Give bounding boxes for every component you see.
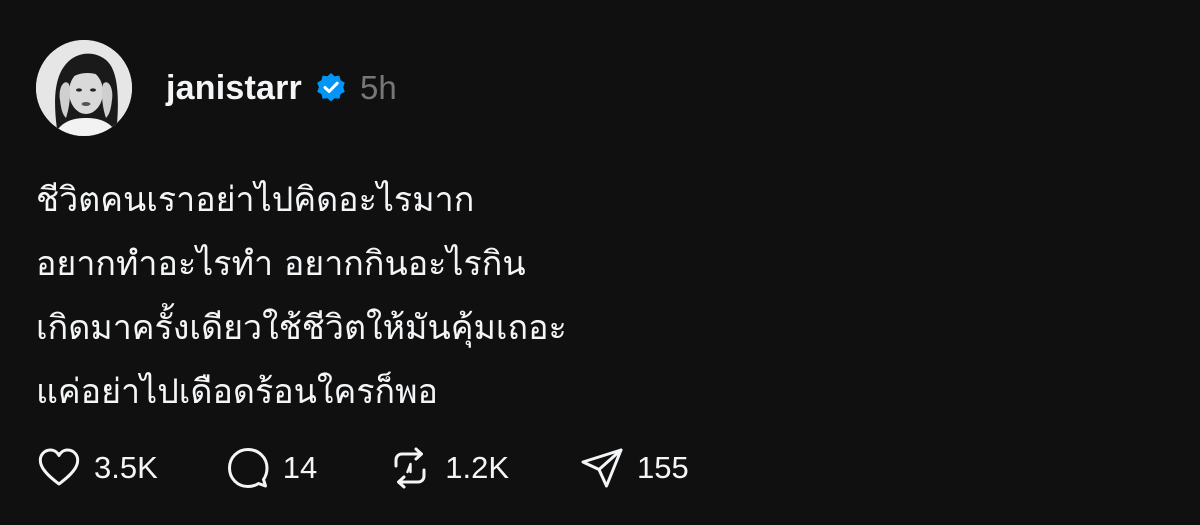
avatar-image [36, 40, 132, 136]
post-timestamp[interactable]: 5h [360, 69, 397, 107]
share-button[interactable]: 155 [579, 445, 689, 491]
post-card: janistarr 5h ชีวิตคนเราอย่าไปคิดอะไรมาก … [0, 0, 1200, 525]
post-actions: 3.5K 14 1.2K 155 [36, 444, 689, 492]
post-text-line: อยากทำอะไรทำ อยากกินอะไรกิน [36, 244, 526, 284]
repost-count: 1.2K [445, 450, 510, 485]
repost-button[interactable]: 1.2K [387, 445, 509, 491]
post-text-line: เกิดมาครั้งเดียวใช้ชีวิตให้มันคุ้มเถอะ [36, 308, 567, 348]
post-header: janistarr 5h [166, 62, 397, 114]
post-text-line: แค่อย่าไปเดือดร้อนใครก็พอ [36, 372, 438, 412]
verified-badge-icon [314, 71, 348, 105]
share-count: 155 [637, 450, 689, 485]
username[interactable]: janistarr [166, 69, 302, 108]
reply-count: 14 [282, 450, 318, 485]
comment-bubble-icon [225, 445, 271, 491]
like-count: 3.5K [94, 450, 158, 485]
post-text-line: ชีวิตคนเราอย่าไปคิดอะไรมาก [36, 180, 475, 220]
repost-icon [387, 445, 433, 491]
send-icon [579, 445, 625, 491]
avatar[interactable] [36, 40, 132, 136]
like-button[interactable]: 3.5K [36, 445, 158, 491]
post-text: ชีวิตคนเราอย่าไปคิดอะไรมาก อยากทำอะไรทำ … [36, 168, 567, 424]
heart-icon [36, 445, 82, 491]
reply-button[interactable]: 14 [225, 445, 317, 491]
